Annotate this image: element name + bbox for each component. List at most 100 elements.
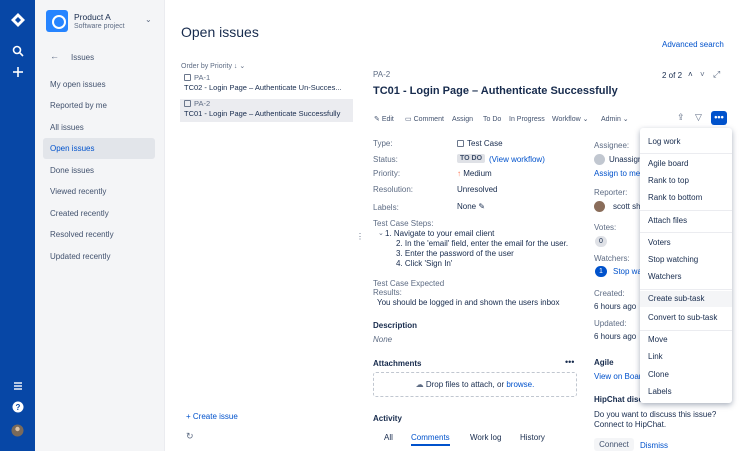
- menu-divider: [640, 232, 732, 233]
- expand-icon[interactable]: ⤢: [713, 69, 720, 80]
- svg-text:?: ?: [15, 403, 20, 412]
- resize-handle-icon[interactable]: ⋮: [356, 232, 364, 241]
- resolution-label: Resolution:: [373, 185, 414, 194]
- activity-heading: Activity: [373, 414, 402, 423]
- status-badge[interactable]: TO DO: [457, 154, 486, 163]
- menu-divider: [640, 210, 732, 211]
- votes-label: Votes:: [594, 223, 617, 232]
- help-icon[interactable]: ?: [0, 400, 35, 416]
- more-actions-button[interactable]: •••: [711, 111, 727, 125]
- menu-item-attach-files[interactable]: Attach files: [648, 216, 687, 226]
- sidebar-item-created-recently[interactable]: Created recently: [43, 203, 155, 224]
- view-on-board-link[interactable]: View on Boar: [594, 372, 641, 381]
- back-arrow-icon[interactable]: ←: [50, 51, 59, 61]
- jira-logo-icon[interactable]: [0, 12, 35, 31]
- menu-item-stop-watching[interactable]: Stop watching: [648, 255, 698, 265]
- menu-item-labels[interactable]: Labels: [648, 387, 672, 397]
- tab-history[interactable]: History: [520, 433, 545, 442]
- tab-comments[interactable]: Comments: [411, 433, 450, 446]
- edit-button[interactable]: ✎ Edit: [374, 114, 394, 126]
- project-type: Software project: [74, 23, 125, 30]
- menu-divider: [640, 153, 732, 154]
- tab-work-log[interactable]: Work log: [470, 433, 501, 442]
- updated-value: 6 hours ago: [594, 332, 637, 341]
- sidebar-item-resolved-recently[interactable]: Resolved recently: [43, 224, 155, 245]
- view-workflow-link[interactable]: (View workflow): [489, 155, 545, 164]
- more-icon[interactable]: •••: [565, 357, 574, 367]
- reporter-value[interactable]: scott sh: [613, 202, 641, 211]
- menu-item-voters[interactable]: Voters: [648, 238, 671, 248]
- create-icon[interactable]: [0, 65, 35, 81]
- issue-summary: TC02 - Login Page – Authenticate Un-Succ…: [184, 83, 342, 92]
- collapse-chevron-icon[interactable]: ⌄: [378, 229, 384, 237]
- description-value[interactable]: None: [373, 335, 392, 344]
- watchers-badge[interactable]: 1: [595, 266, 607, 277]
- sidebar-item-reported-by-me[interactable]: Reported by me: [43, 95, 155, 116]
- stop-watching-link[interactable]: Stop wa: [613, 267, 642, 276]
- menu-divider: [640, 330, 732, 331]
- chevron-up-icon[interactable]: ˄: [688, 70, 693, 79]
- sidebar-item-updated-recently[interactable]: Updated recently: [43, 246, 155, 267]
- menu-item-log-work[interactable]: Log work: [648, 137, 680, 147]
- test-steps-list: 1. Navigate to your email client 2. In t…: [385, 229, 568, 269]
- share-icon[interactable]: ⇪: [677, 112, 685, 123]
- test-case-icon: [184, 74, 191, 81]
- type-label: Type:: [373, 139, 393, 148]
- comment-button[interactable]: ▭ Comment: [405, 114, 444, 126]
- assign-to-me-link[interactable]: Assign to me: [594, 169, 640, 178]
- menu-icon[interactable]: [0, 378, 35, 394]
- sidebar-item-viewed-recently[interactable]: Viewed recently: [43, 181, 155, 202]
- menu-item-convert-to-sub-task[interactable]: Convert to sub-task: [648, 313, 717, 323]
- type-value: Test Case: [457, 139, 503, 148]
- search-icon[interactable]: [0, 44, 35, 60]
- issue-pager: 2 of 2: [662, 71, 683, 80]
- project-avatar[interactable]: [46, 10, 68, 32]
- chevron-down-icon[interactable]: ˅: [700, 70, 705, 79]
- created-value: 6 hours ago: [594, 302, 637, 311]
- tab-all[interactable]: All: [384, 433, 393, 442]
- test-case-icon: [184, 100, 191, 107]
- chevron-down-icon[interactable]: ⌄: [145, 15, 152, 24]
- labels-value[interactable]: None ✎: [457, 202, 485, 211]
- in-progress-button[interactable]: In Progress: [509, 114, 545, 126]
- pencil-icon[interactable]: ✎: [478, 202, 485, 211]
- menu-item-rank-to-top[interactable]: Rank to top: [648, 176, 689, 186]
- attachment-dropzone[interactable]: ☁ Drop files to attach, or browse.: [373, 372, 577, 397]
- user-avatar-icon[interactable]: [0, 424, 35, 440]
- assign-button[interactable]: Assign: [452, 114, 473, 126]
- advanced-search-link[interactable]: Advanced search: [662, 40, 724, 49]
- workflow-dropdown[interactable]: Workflow ⌄: [552, 114, 588, 126]
- sidebar-item-all-issues[interactable]: All issues: [43, 117, 155, 138]
- sidebar-item-open-issues[interactable]: Open issues: [43, 138, 155, 159]
- project-name[interactable]: Product A: [74, 12, 111, 22]
- issue-list-item-selected[interactable]: PA-2 TC01 - Login Page – Authenticate Su…: [180, 99, 353, 122]
- votes-badge[interactable]: 0: [595, 236, 607, 247]
- issue-key[interactable]: PA-2: [373, 70, 390, 79]
- reporter-label: Reporter:: [594, 188, 628, 197]
- order-by-dropdown[interactable]: Order by Priority ↓ ⌄: [181, 62, 245, 70]
- issue-list-item[interactable]: PA-1 TC02 - Login Page – Authenticate Un…: [180, 73, 353, 96]
- unassigned-avatar: [594, 154, 605, 165]
- menu-item-clone[interactable]: Clone: [648, 370, 669, 380]
- menu-item-watchers[interactable]: Watchers: [648, 272, 682, 282]
- page-title: Open issues: [181, 24, 259, 40]
- to-do-button[interactable]: To Do: [483, 114, 501, 126]
- issues-back-label[interactable]: Issues: [71, 53, 94, 62]
- menu-item-rank-to-bottom[interactable]: Rank to bottom: [648, 193, 702, 203]
- global-nav: ?: [0, 0, 35, 451]
- refresh-icon[interactable]: ↻: [186, 431, 194, 442]
- browse-link[interactable]: browse.: [506, 380, 534, 389]
- expected-results-value: You should be logged in and shown the us…: [377, 298, 560, 307]
- feedback-icon[interactable]: ▽: [695, 112, 702, 123]
- sidebar-item-my-open-issues[interactable]: My open issues: [43, 74, 155, 95]
- menu-item-move[interactable]: Move: [648, 335, 668, 345]
- assignee-value[interactable]: Unassign: [609, 155, 642, 164]
- menu-item-create-sub-task[interactable]: Create sub-task: [640, 291, 732, 307]
- create-issue-link[interactable]: + Create issue: [186, 412, 238, 421]
- dismiss-link[interactable]: Dismiss: [640, 441, 668, 450]
- connect-button[interactable]: Connect: [594, 438, 634, 451]
- menu-item-link[interactable]: Link: [648, 352, 663, 362]
- admin-dropdown[interactable]: Admin ⌄: [601, 114, 629, 126]
- menu-item-agile-board[interactable]: Agile board: [648, 159, 688, 169]
- sidebar-item-done-issues[interactable]: Done issues: [43, 160, 155, 181]
